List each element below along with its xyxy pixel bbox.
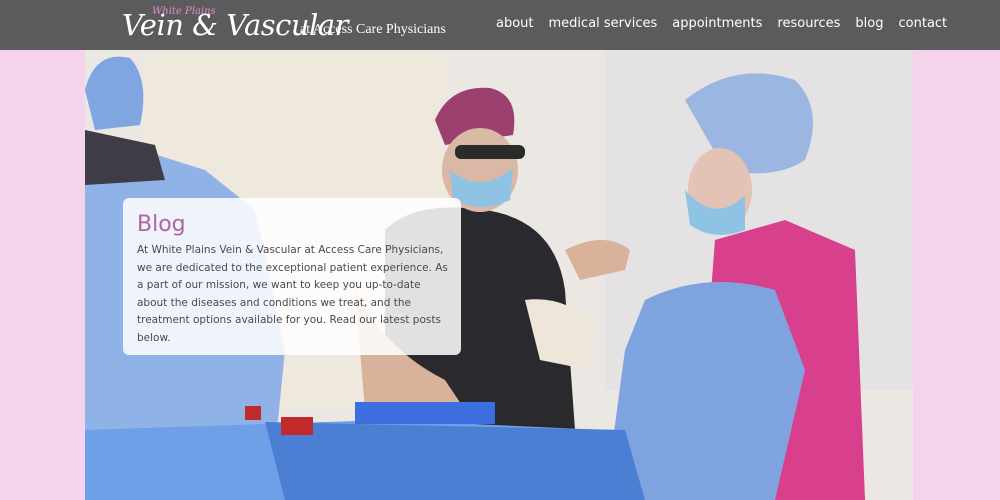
nav-contact[interactable]: contact bbox=[899, 16, 948, 31]
page-title: Blog bbox=[137, 212, 186, 237]
main-nav: about medical services appointments reso… bbox=[496, 16, 962, 31]
nav-about[interactable]: about bbox=[496, 16, 534, 31]
nav-blog[interactable]: blog bbox=[855, 16, 883, 31]
site-logo[interactable]: White Plains Vein & Vascular at Access C… bbox=[120, 4, 446, 46]
blog-intro-text: At White Plains Vein & Vascular at Acces… bbox=[137, 244, 448, 344]
nav-appointments[interactable]: appointments bbox=[672, 16, 762, 31]
logo-ampersand: & bbox=[192, 8, 218, 42]
nav-resources[interactable]: resources bbox=[777, 16, 840, 31]
blog-intro-panel: Blog At White Plains Vein & Vascular at … bbox=[123, 198, 461, 355]
nav-medical-services[interactable]: medical services bbox=[549, 16, 658, 31]
logo-word-vein: Vein bbox=[122, 8, 184, 42]
site-header: White Plains Vein & Vascular at Access C… bbox=[0, 0, 1000, 50]
logo-suffix: at Access Care Physicians bbox=[300, 22, 446, 37]
